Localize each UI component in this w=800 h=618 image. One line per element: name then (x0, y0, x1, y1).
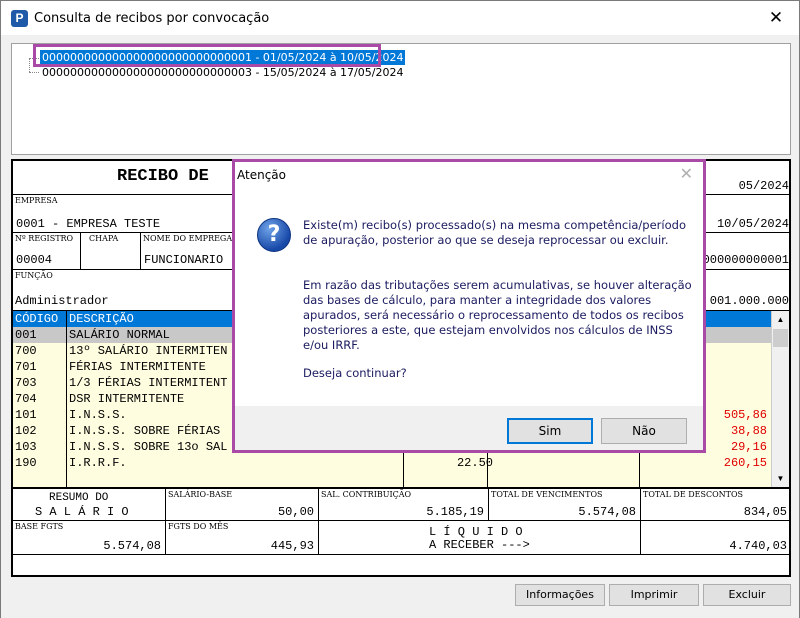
nome-value: FUNCIONARIO (144, 253, 224, 267)
nome-label: NOME DO EMPREGADO (143, 234, 246, 243)
total-desc-label: TOTAL DE DESCONTOS (643, 490, 744, 499)
resumo-line2: S A L Á R I O (35, 505, 129, 519)
excluir-button[interactable]: Excluir (703, 584, 791, 606)
sal-contrib-label: SAL. CONTRIBUIÇÃO (321, 490, 412, 499)
salario-base-value: 50,00 (277, 505, 314, 519)
receipt-period: 05/2024 (738, 179, 789, 193)
registro-value: 00004 (16, 253, 53, 267)
dialog-paragraph-1: Existe(m) recibo(s) processado(s) na mes… (303, 218, 686, 247)
no-button[interactable]: Não (601, 418, 687, 444)
col-descricao: DESCRIÇÃO (69, 312, 134, 326)
window-close-icon[interactable]: ✕ (753, 1, 799, 35)
dialog-close-icon[interactable]: ✕ (680, 164, 693, 184)
question-icon: ? (257, 218, 291, 252)
empresa-value: 0001 - EMPRESA TESTE (16, 217, 161, 231)
yes-button[interactable]: Sim (507, 418, 593, 444)
resumo-line1: RESUMO DO (49, 492, 109, 504)
scroll-down-icon[interactable]: ▼ (772, 470, 789, 487)
table-row-empty (13, 471, 771, 487)
dialog-paragraph-3: Deseja continuar? (303, 366, 407, 380)
funcao-value: Administrador (15, 294, 109, 308)
salario-base-cell: SALÁRIO-BASE 50,00 (166, 489, 319, 521)
informacoes-button[interactable]: Informações (515, 584, 605, 606)
base-fgts-cell: BASE FGTS 5.574,08 (13, 521, 166, 555)
liquido-value: 4.740,03 (729, 539, 787, 553)
dialog-footer: Sim Não (235, 406, 703, 450)
liquido-line2: A RECEBER ---> (429, 538, 530, 552)
table-row[interactable]: 190 I.R.R.F. 22.50 260,15 (13, 455, 771, 471)
col-codigo: CÓDIGO (15, 312, 59, 326)
total-venc-label: TOTAL DE VENCIMENTOS (491, 490, 603, 499)
imprimir-button[interactable]: Imprimir (609, 584, 699, 606)
fgts-mes-value: 445,93 (270, 539, 314, 553)
scroll-thumb[interactable] (773, 329, 788, 347)
chapa-label: CHAPA (89, 234, 119, 243)
total-desc-cell: TOTAL DE DESCONTOS 834,05 (641, 489, 789, 521)
confirm-dialog: Atenção ✕ ? Existe(m) recibo(s) processa… (232, 159, 706, 453)
registro-label: Nº REGISTRO (15, 234, 74, 243)
grid-divider (639, 451, 640, 487)
dialog-title: Atenção (237, 168, 286, 182)
salario-base-label: SALÁRIO-BASE (168, 490, 233, 499)
grid-divider (403, 451, 404, 487)
id-value: 000000000001 (702, 253, 789, 267)
dialog-paragraph-2: Em razão das tributações serem acumulati… (303, 278, 692, 352)
resumo-cell: RESUMO DO S A L Á R I O (13, 489, 166, 521)
liquido-value-cell: 4.740,03 (641, 521, 789, 555)
receipt-title: RECIBO DE (117, 167, 209, 186)
tree-connector (29, 58, 30, 72)
grid-divider (66, 311, 67, 487)
total-desc-value: 834,05 (743, 505, 787, 519)
tree-connector (29, 72, 39, 73)
base-fgts-value: 5.574,08 (103, 539, 161, 553)
sal-contrib-value: 5.185,19 (426, 505, 484, 519)
base-fgts-label: BASE FGTS (15, 522, 64, 531)
grid-divider (487, 451, 488, 487)
sal-contrib-cell: SAL. CONTRIBUIÇÃO 5.185,19 (319, 489, 489, 521)
empresa-label: EMPRESA (15, 196, 58, 205)
total-venc-value: 5.574,08 (578, 505, 636, 519)
title-bar: P Consulta de recibos por convocação ✕ (1, 1, 799, 35)
tree-item-receipt-2[interactable]: 000000000000000000000000000003 - 15/05/2… (40, 65, 405, 80)
registro-cell: Nº REGISTRO 00004 (13, 233, 81, 270)
app-icon: P (11, 10, 28, 27)
bottom-toolbar: Informações Imprimir Excluir (1, 581, 799, 618)
id2-value: 001.000.000 (709, 294, 789, 308)
fgts-mes-cell: FGTS DO MÊS 445,93 (166, 521, 319, 555)
selection-highlight-box (33, 44, 381, 67)
date-end-value: 10/05/2024 (716, 217, 789, 231)
window-title: Consulta de recibos por convocação (34, 11, 270, 26)
liquido-line1: L Í Q U I D O (429, 525, 523, 539)
scroll-up-icon[interactable]: ▲ (772, 311, 789, 328)
liquido-cell: L Í Q U I D O A RECEBER ---> (319, 521, 641, 555)
funcao-label: FUNÇÃO (15, 271, 53, 280)
chapa-cell: CHAPA (81, 233, 141, 270)
fgts-mes-label: FGTS DO MÊS (168, 522, 229, 531)
total-venc-cell: TOTAL DE VENCIMENTOS 5.574,08 (489, 489, 641, 521)
grid-scrollbar[interactable]: ▲ ▼ (771, 311, 789, 487)
